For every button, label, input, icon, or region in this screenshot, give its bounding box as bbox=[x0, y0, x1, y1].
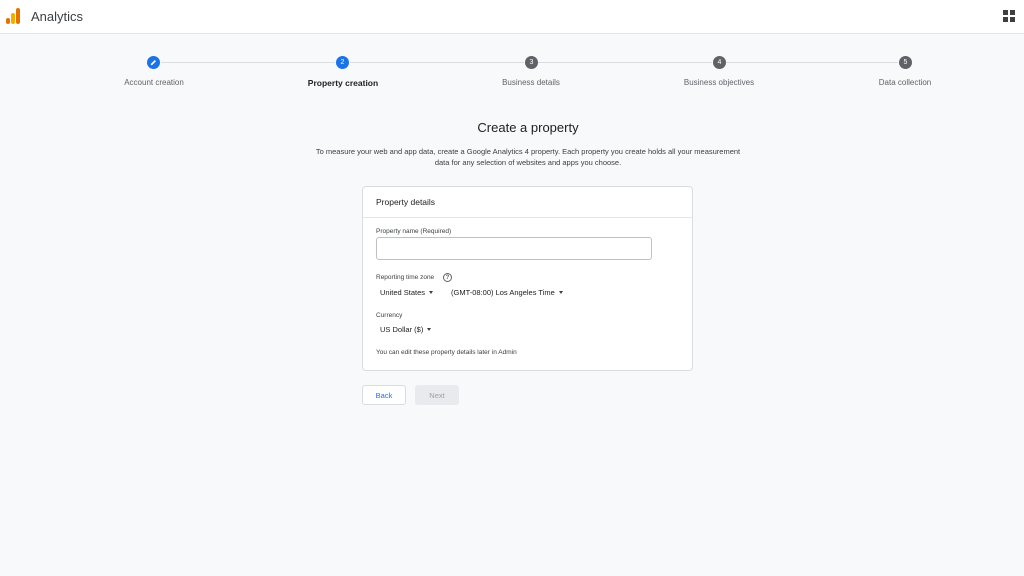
caret-down-icon bbox=[427, 328, 432, 331]
stepper-connector bbox=[350, 62, 524, 63]
next-button[interactable]: Next bbox=[415, 385, 459, 405]
back-button[interactable]: Back bbox=[362, 385, 406, 405]
top-app-bar: Analytics bbox=[0, 0, 1024, 34]
timezone-select-value: (GMT-08:00) Los Angeles Time bbox=[451, 288, 555, 297]
page-description: To measure your web and app data, create… bbox=[315, 147, 741, 167]
pencil-icon bbox=[150, 60, 156, 66]
analytics-logo-icon bbox=[6, 8, 20, 24]
apps-grid-icon[interactable] bbox=[1003, 10, 1015, 22]
stepper-connector bbox=[538, 62, 712, 63]
stepper-connector bbox=[161, 62, 335, 63]
property-name-label: Property name (Required) bbox=[376, 228, 452, 235]
caret-down-icon bbox=[429, 291, 434, 294]
step-business-objectives-label: Business objectives bbox=[683, 78, 755, 87]
app-title: Analytics bbox=[31, 9, 84, 24]
step-account-creation-marker bbox=[147, 56, 160, 69]
currency-select-value: US Dollar ($) bbox=[380, 325, 424, 334]
property-name-input[interactable] bbox=[376, 237, 652, 260]
page-title: Create a property bbox=[477, 120, 579, 135]
step-business-details-marker: 3 bbox=[525, 56, 538, 69]
step-data-collection-marker: 5 bbox=[899, 56, 912, 69]
card-header: Property details bbox=[363, 187, 692, 218]
step-property-creation-label: Property creation bbox=[307, 78, 379, 88]
step-data-collection-label: Data collection bbox=[878, 78, 932, 87]
country-select[interactable]: United States bbox=[380, 288, 434, 297]
timezone-label: Reporting time zone bbox=[376, 274, 435, 281]
step-business-details-label: Business details bbox=[502, 78, 560, 87]
step-business-objectives-marker: 4 bbox=[713, 56, 726, 69]
card-title: Property details bbox=[376, 197, 436, 207]
stepper-connector bbox=[726, 62, 898, 63]
step-property-creation-marker: 2 bbox=[336, 56, 349, 69]
country-select-value: United States bbox=[380, 288, 426, 297]
currency-label: Currency bbox=[376, 312, 403, 319]
edit-later-note: You can edit these property details late… bbox=[376, 349, 517, 356]
property-details-card: Property details Property name (Required… bbox=[362, 186, 693, 371]
currency-select[interactable]: US Dollar ($) bbox=[380, 325, 432, 334]
caret-down-icon bbox=[558, 291, 563, 294]
help-circle-icon[interactable]: ? bbox=[443, 273, 452, 282]
timezone-select[interactable]: (GMT-08:00) Los Angeles Time bbox=[451, 288, 563, 297]
step-account-creation-label: Account creation bbox=[124, 78, 184, 87]
